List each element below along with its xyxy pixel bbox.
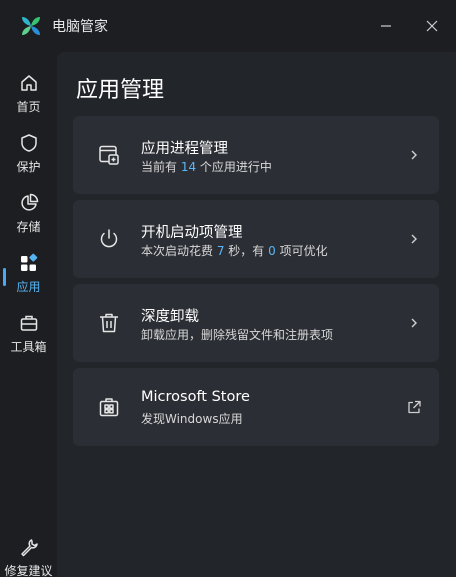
subtitle-text: 当前有 [141,160,181,174]
card-title: 应用进程管理 [141,141,228,157]
apps-icon [18,252,40,274]
card-subtitle: 本次启动花费 7 秒，有 0 项可优化 [141,242,328,259]
microsoft-store-card[interactable]: Microsoft Store 发现Windows应用 [73,368,439,446]
sidebar-item-storage[interactable]: 存储 [0,186,57,242]
power-icon [100,229,118,248]
page-title: 应用管理 [76,78,165,103]
subtitle-text: 秒，有 [224,244,269,258]
minimize-icon [381,25,391,27]
process-management-card[interactable]: 应用进程管理 当前有 14 个应用进行中 [73,116,439,194]
chevron-right-icon [411,150,417,160]
subtitle-text: 项可优化 [275,244,328,258]
sidebar-item-label: 存储 [16,220,41,234]
app-logo-icon [22,17,40,35]
startup-management-card[interactable]: 开机启动项管理 本次启动花费 7 秒，有 0 项可优化 [73,200,439,278]
title-bar: 电脑管家 [0,0,456,52]
card-subtitle: 卸载应用，删除残留文件和注册表项 [141,328,334,342]
shield-icon [18,132,40,154]
app-title: 电脑管家 [52,19,108,35]
close-icon [426,20,438,32]
chevron-right-icon [411,234,417,244]
sidebar-item-label: 修复建议 [4,564,53,577]
card-title: 深度卸载 [141,309,199,325]
active-indicator [3,268,6,286]
subtitle-text: 本次启动花费 [141,244,217,258]
subtitle-text: 个应用进行中 [196,160,272,174]
sidebar-item-home[interactable]: 首页 [0,66,57,122]
chevron-right-icon [411,318,417,328]
sidebar-item-label: 工具箱 [10,340,47,354]
optimizable-count: 0 [268,244,276,258]
sidebar-item-apps[interactable]: 应用 [0,246,57,302]
main-panel: 应用管理 应用进程管理 当前有 14 个应用进行中 开机启动项管理 本次启动花费… [57,52,456,577]
sidebar-item-repair[interactable]: 修复建议 [0,530,57,577]
wrench-icon [18,536,40,558]
deep-uninstall-card[interactable]: 深度卸载 卸载应用，删除残留文件和注册表项 [73,284,439,362]
pie-chart-icon [18,192,40,214]
sidebar-item-toolbox[interactable]: 工具箱 [0,306,57,362]
home-icon [18,72,40,94]
toolbox-icon [18,312,40,334]
sidebar-item-label: 首页 [16,100,41,114]
sidebar: 首页 保护 存储 应用 工具箱 修复建议 [0,52,57,577]
card-title: Microsoft Store [141,389,250,405]
process-window-icon [99,145,119,165]
external-link-icon [408,400,421,414]
running-app-count: 14 [180,160,197,174]
minimize-button[interactable] [374,14,398,38]
sidebar-item-label: 应用 [16,280,41,294]
card-subtitle: 当前有 14 个应用进行中 [141,158,272,175]
close-button[interactable] [420,14,444,38]
trash-icon [100,313,118,333]
sidebar-item-protect[interactable]: 保护 [0,126,57,182]
store-icon [99,398,119,417]
card-title: 开机启动项管理 [141,225,243,241]
sidebar-item-label: 保护 [16,160,41,174]
card-subtitle: 发现Windows应用 [141,412,243,426]
